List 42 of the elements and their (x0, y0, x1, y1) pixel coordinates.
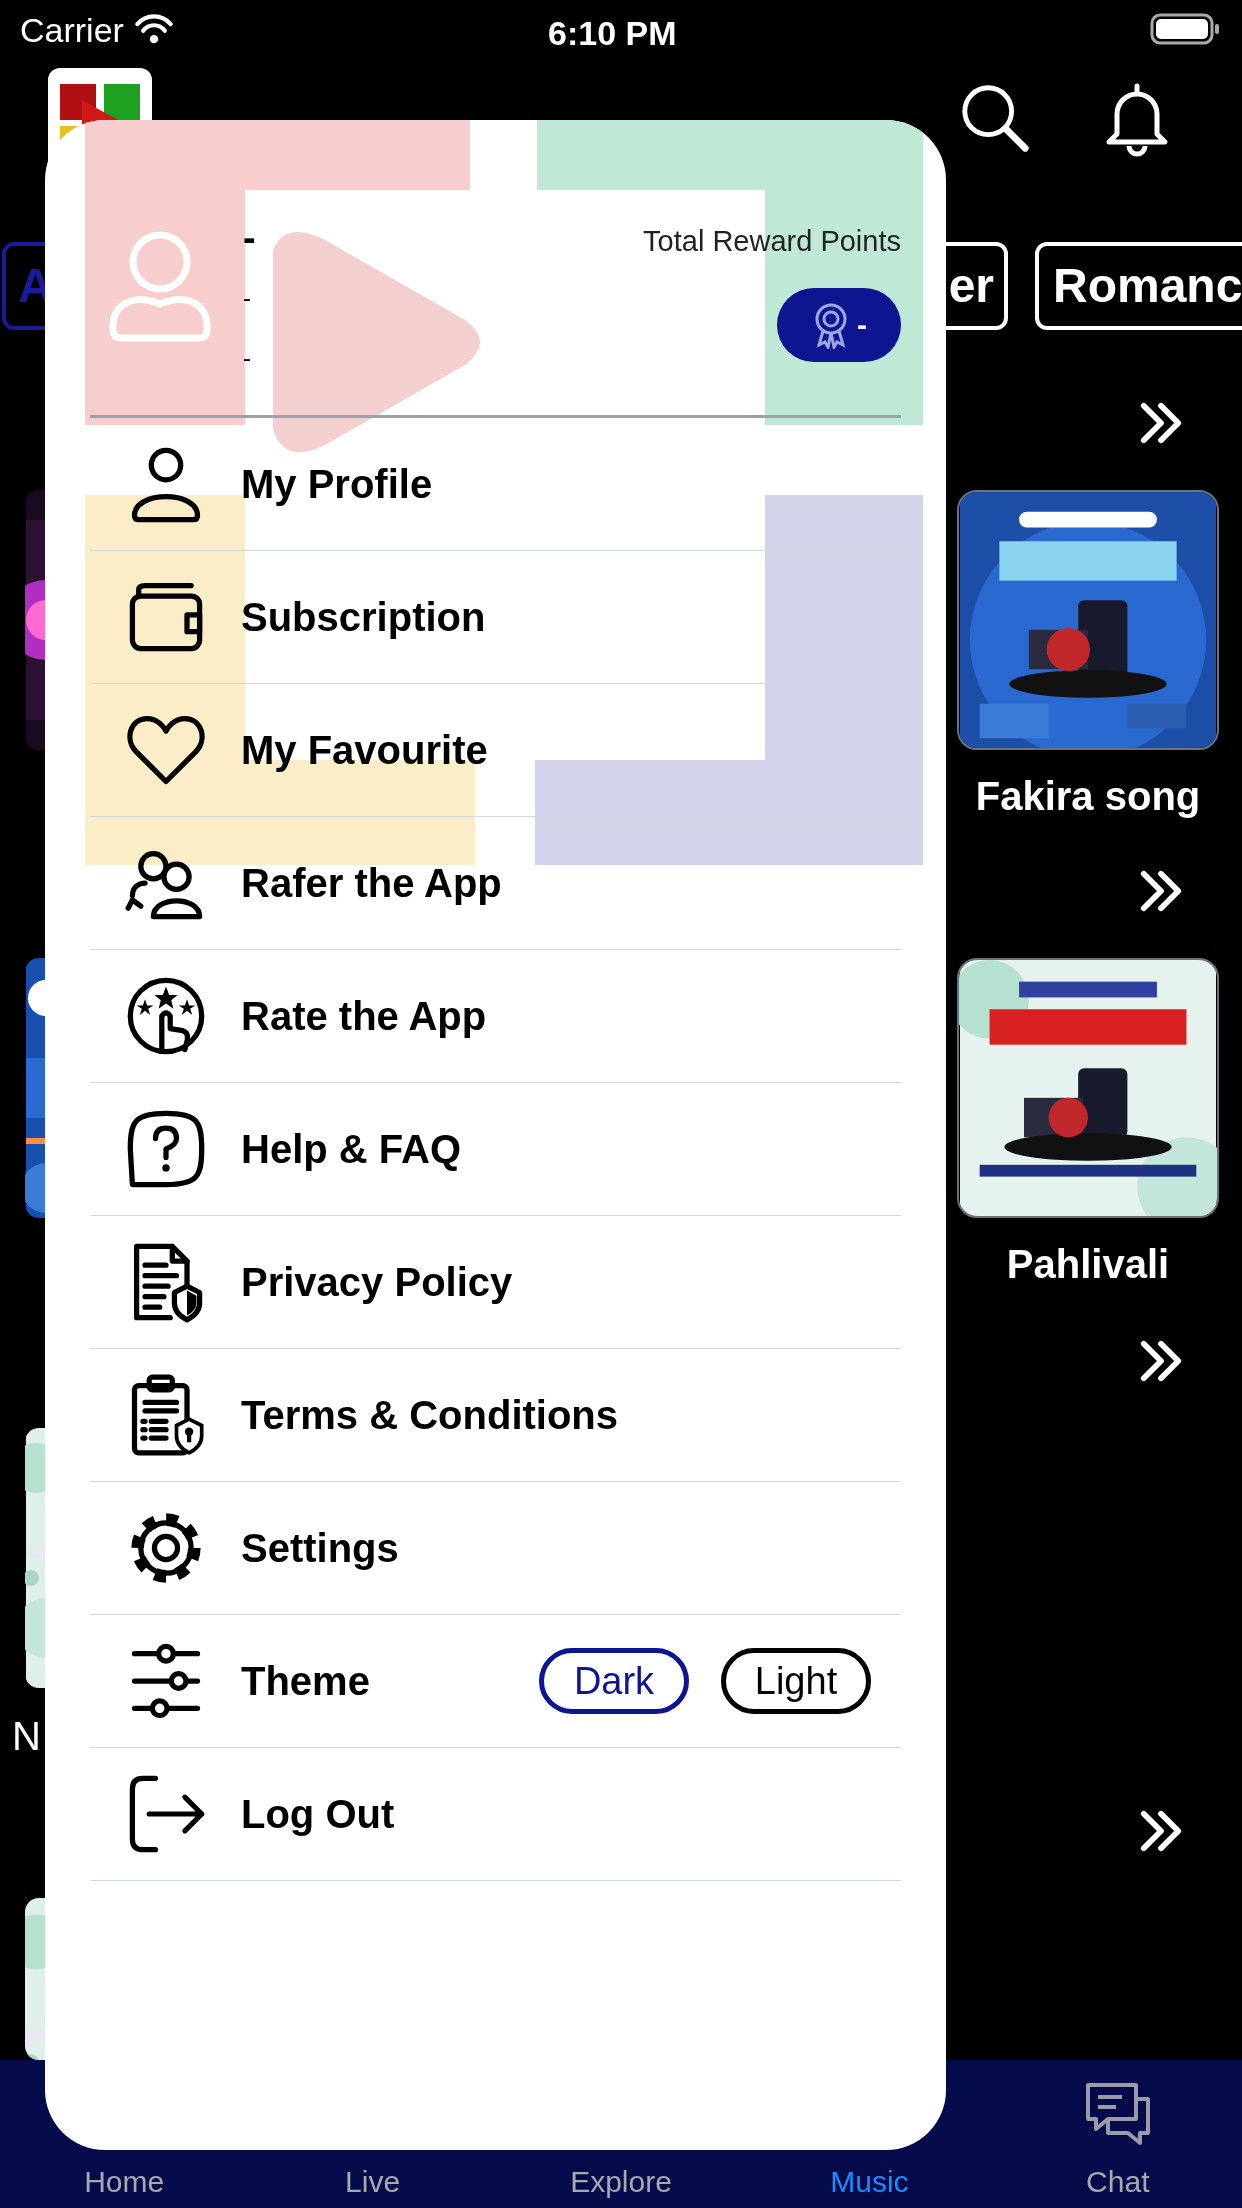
menu-label: Log Out (241, 1791, 395, 1838)
wifi-icon (133, 14, 174, 46)
tab-item[interactable]: Chat (993, 2060, 1242, 2208)
menu-label: Privacy Policy (241, 1259, 513, 1306)
menu-item[interactable]: Terms & Conditions (90, 1349, 901, 1482)
menu-item[interactable]: Rafer the App (90, 817, 901, 950)
menu-label: My Favourite (241, 727, 488, 774)
poster-title[interactable]: Fakira song (975, 766, 1201, 818)
menu-item[interactable]: Subscription (90, 551, 901, 684)
menu-item[interactable]: Theme Dark Light (90, 1615, 901, 1748)
category-chip[interactable]: Romanc (1035, 242, 1242, 330)
theme-option[interactable]: Light (721, 1648, 871, 1714)
menu-label: My Profile (241, 461, 433, 508)
menu-item[interactable]: Privacy Policy (90, 1216, 901, 1349)
theme-option[interactable]: Dark (539, 1648, 689, 1714)
menu-label: Help & FAQ (241, 1126, 462, 1173)
double-chevron-icon[interactable] (1138, 400, 1184, 446)
card-title: N (12, 1713, 41, 1760)
poster-title[interactable]: Pahlivali (1006, 1234, 1170, 1286)
menu-item[interactable]: Help & FAQ (90, 1083, 901, 1216)
menu-label: Rate the App (241, 993, 487, 1040)
menu-label: Theme (241, 1658, 370, 1705)
carrier-label: Carrier (20, 9, 124, 51)
menu-item[interactable]: Log Out (90, 1748, 901, 1881)
menu-label: Rafer the App (241, 860, 502, 907)
reward-label: Total Reward Points (643, 224, 901, 259)
reward-points: - (857, 307, 867, 343)
user-name: - (243, 216, 256, 261)
user-detail: - (243, 343, 252, 373)
user-detail: - (243, 283, 252, 313)
menu-label: Terms & Conditions (241, 1392, 619, 1439)
double-chevron-icon[interactable] (1138, 1338, 1184, 1384)
double-chevron-icon[interactable] (1138, 1808, 1184, 1854)
menu-label: Subscription (241, 594, 486, 641)
battery-icon (1150, 13, 1222, 47)
menu-item[interactable]: Rate the App (90, 950, 901, 1083)
menu-item[interactable]: Settings (90, 1482, 901, 1615)
menu-item[interactable]: My Favourite (90, 684, 901, 817)
menu-item[interactable]: My Profile (90, 418, 901, 551)
menu-label: Settings (241, 1525, 399, 1572)
status-time: 6:10 PM (548, 13, 677, 54)
double-chevron-icon[interactable] (1138, 868, 1184, 914)
